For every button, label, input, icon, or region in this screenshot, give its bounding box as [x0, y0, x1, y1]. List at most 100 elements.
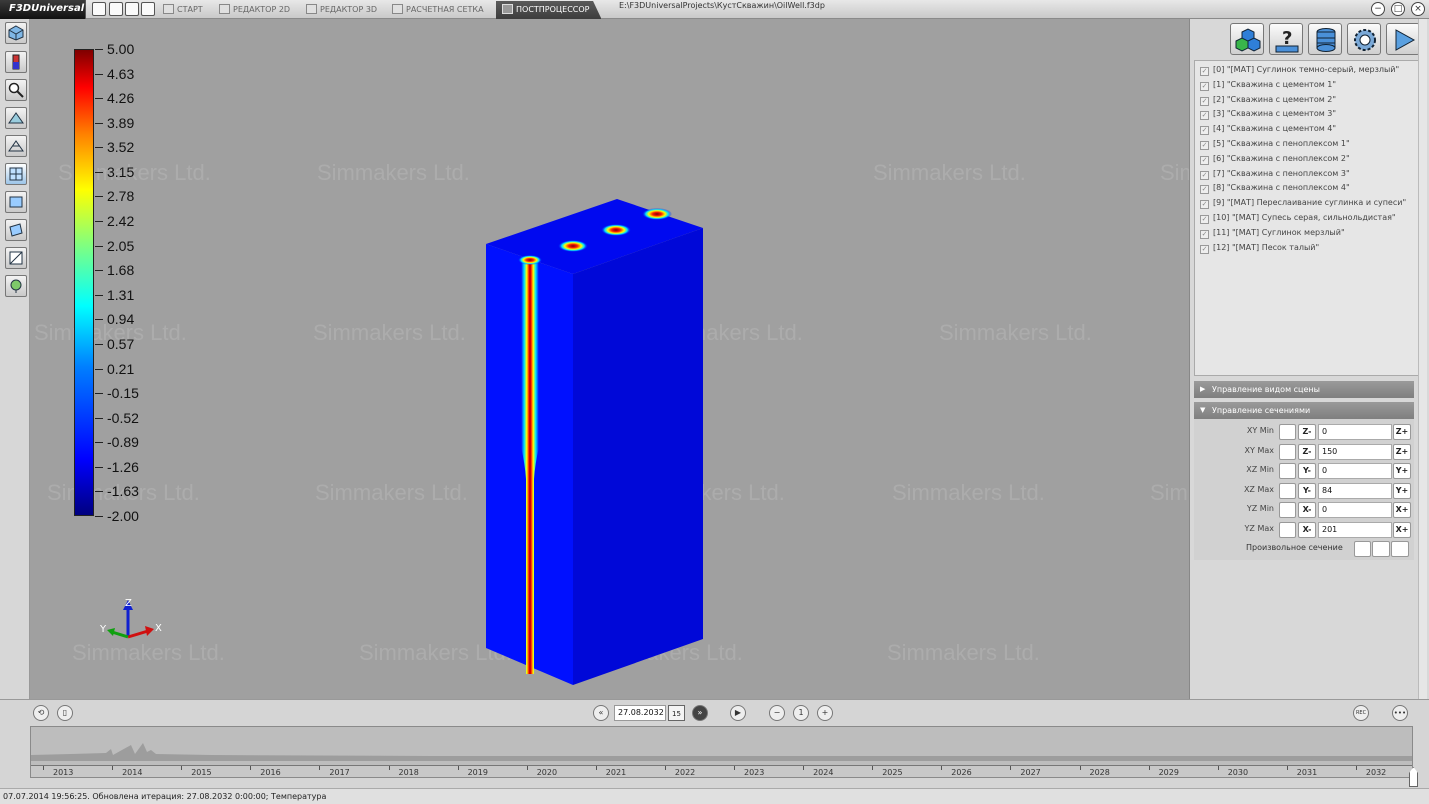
tab-postprocessor[interactable]: ПОСТПРОЦЕССОР [496, 1, 602, 19]
tab-start[interactable]: СТАРТ [163, 1, 203, 19]
visibility-eye-icon[interactable] [1279, 482, 1296, 499]
tab-mesh[interactable]: РАСЧЕТНАЯ СЕТКА [392, 1, 484, 19]
visibility-eye-icon[interactable] [1279, 424, 1296, 440]
layer-item[interactable]: ✓ [3] "Скважина с цементом 3" [1200, 109, 1336, 121]
year-tick [1286, 766, 1288, 770]
layer-item[interactable]: ✓ [8] "Скважина с пеноплексом 4" [1200, 183, 1350, 195]
3d-viewport[interactable]: Simmakers Ltd. Simmakers Ltd. Simmakers … [30, 19, 1189, 699]
section-minus-button[interactable]: X- [1298, 502, 1316, 518]
open-icon[interactable] [109, 2, 123, 16]
section-minus-button[interactable]: Y- [1298, 482, 1316, 499]
layer-item[interactable]: ✓ [0] "[МАТ] Суглинок темно-серый, мерзлы… [1200, 65, 1399, 76]
legend-tool[interactable] [5, 51, 27, 73]
layer-checkbox[interactable]: ✓ [1200, 111, 1209, 121]
section-tool[interactable] [5, 191, 27, 213]
section-minus-button[interactable]: Y- [1298, 463, 1316, 479]
layer-item[interactable]: ✓ [9] "[МАТ] Переслаивание суглинка и суп… [1200, 198, 1406, 210]
layer-checkbox[interactable]: ✓ [1200, 185, 1209, 195]
scene-view-panel-header[interactable]: ▶ Управление видом сцены [1194, 381, 1414, 398]
tab-editor-3d[interactable]: РЕДАКТОР 3D [306, 1, 377, 19]
layer-item[interactable]: ✓ [4] "Скважина с цементом 4" [1200, 124, 1336, 136]
more-options-button[interactable]: ••• [1392, 705, 1408, 721]
year-tick [1217, 766, 1219, 770]
layer-checkbox[interactable]: ✓ [1200, 96, 1209, 106]
run-button[interactable] [1386, 23, 1420, 55]
play-button[interactable]: ▶ [730, 705, 746, 721]
redo-icon[interactable] [141, 2, 155, 16]
arbitrary-rotate-icon[interactable] [1391, 541, 1409, 557]
layer-checkbox[interactable]: ✓ [1200, 229, 1209, 239]
rotate-section-tool[interactable] [5, 219, 27, 241]
next-step-button[interactable]: » [692, 705, 708, 721]
save-icon[interactable] [92, 2, 106, 16]
date-input[interactable]: 27.08.2032 [614, 705, 666, 721]
arbitrary-eye-icon[interactable] [1354, 541, 1371, 557]
record-button[interactable]: REC [1353, 705, 1369, 721]
wireframe-tool[interactable] [5, 135, 27, 157]
layer-item[interactable]: ✓ [5] "Скважина с пеноплексом 1" [1200, 139, 1350, 150]
section-value-input[interactable]: 150 [1318, 443, 1392, 460]
maximize-button[interactable]: □ [1391, 2, 1405, 16]
section-plus-button[interactable]: Z+ [1393, 443, 1411, 460]
layer-checkbox[interactable]: ✓ [1200, 170, 1209, 180]
layer-item[interactable]: ✓ [12] "[МАТ] Песок талый" [1200, 243, 1319, 254]
section-minus-button[interactable]: X- [1298, 521, 1316, 538]
visibility-eye-icon[interactable] [1279, 521, 1296, 538]
layer-checkbox[interactable]: ✓ [1200, 141, 1209, 150]
layer-checkbox[interactable]: ✓ [1200, 200, 1209, 210]
grid-tool[interactable] [5, 163, 27, 185]
undo-icon[interactable] [125, 2, 139, 16]
section-minus-button[interactable]: Z- [1298, 443, 1316, 460]
layer-item[interactable]: ✓ [10] "[МАТ] Супесь серая, сильнольдиста… [1200, 213, 1396, 224]
layer-label: [8] "Скважина с пеноплексом 4" [1213, 183, 1350, 193]
section-minus-button[interactable]: Z- [1298, 424, 1316, 440]
section-value-input[interactable]: 201 [1318, 521, 1392, 538]
layer-checkbox[interactable]: ✓ [1200, 126, 1209, 136]
clip-tool[interactable] [5, 247, 27, 269]
minimize-button[interactable]: − [1371, 2, 1385, 16]
layer-item[interactable]: ✓ [2] "Скважина с цементом 2" [1200, 95, 1336, 106]
tab-editor-2d[interactable]: РЕДАКТОР 2D [219, 1, 290, 19]
isosurface-tool[interactable] [5, 275, 27, 297]
arbitrary-plane-icon[interactable] [1372, 541, 1390, 557]
layer-item[interactable]: ✓ [11] "[МАТ] Суглинок мерзлый" [1200, 228, 1345, 239]
layer-item[interactable]: ✓ [6] "Скважина с пеноплексом 2" [1200, 154, 1350, 165]
visibility-eye-icon[interactable] [1279, 463, 1296, 479]
layer-checkbox[interactable]: ✓ [1200, 155, 1209, 165]
section-value-input[interactable]: 84 [1318, 482, 1392, 499]
step-increase-button[interactable]: + [817, 705, 833, 721]
close-button[interactable]: × [1411, 2, 1425, 16]
layer-item[interactable]: ✓ [7] "Скважина с пеноплексом 3" [1200, 169, 1350, 180]
section-value-input[interactable]: 0 [1318, 463, 1392, 479]
layer-item[interactable]: ✓ [1] "Скважина с цементом 1" [1200, 80, 1336, 91]
help-button[interactable]: ? [1269, 23, 1303, 55]
layer-checkbox[interactable]: ✓ [1200, 244, 1209, 254]
step-decrease-button[interactable]: − [769, 705, 785, 721]
previous-step-button[interactable]: « [593, 705, 609, 721]
zoom-tool[interactable] [5, 79, 27, 101]
section-value-input[interactable]: 0 [1318, 502, 1392, 518]
bookmark-icon[interactable]: ▯ [57, 705, 73, 721]
section-plus-button[interactable]: Y+ [1393, 463, 1411, 479]
section-plus-button[interactable]: Y+ [1393, 482, 1411, 499]
layer-checkbox[interactable]: ✓ [1200, 215, 1209, 224]
section-plus-button[interactable]: Z+ [1393, 424, 1411, 440]
layer-checkbox[interactable]: ✓ [1200, 67, 1209, 76]
materials-button[interactable] [1230, 23, 1264, 55]
section-plus-button[interactable]: X+ [1393, 502, 1411, 518]
layer-label: [1] "Скважина с цементом 1" [1213, 79, 1337, 89]
sections-panel-header[interactable]: ▼ Управление сечениями [1194, 402, 1414, 419]
view-cube-tool[interactable] [5, 22, 27, 44]
calendar-icon[interactable]: 15 [668, 705, 685, 721]
section-value-input[interactable]: 0 [1318, 424, 1392, 440]
timeline[interactable]: 2013 2014 2015 2016 2017 2018 2019 2020 2021 2022… [30, 726, 1413, 778]
settings-button[interactable] [1347, 23, 1381, 55]
section-plus-button[interactable]: X+ [1393, 521, 1411, 538]
history-back-icon[interactable]: ⟲ [33, 705, 49, 721]
surface-tool[interactable] [5, 107, 27, 129]
visibility-eye-icon[interactable] [1279, 502, 1296, 518]
database-button[interactable] [1308, 23, 1342, 55]
right-panel-scrollbar[interactable] [1418, 19, 1427, 699]
visibility-eye-icon[interactable] [1279, 443, 1296, 460]
layer-checkbox[interactable]: ✓ [1200, 81, 1209, 91]
